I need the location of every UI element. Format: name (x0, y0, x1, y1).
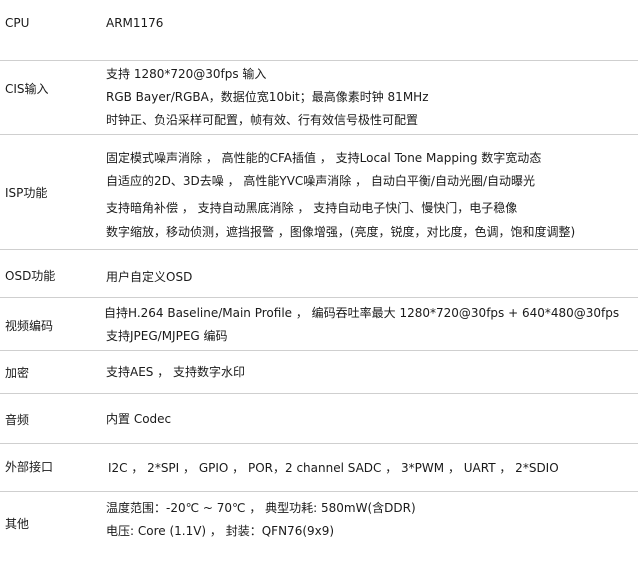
spec-value-line: RGB Bayer/RGBA，数据位宽10bit；最高像素时钟 81MHz (106, 90, 429, 104)
spec-row-video-encoding: 视频编码 自持H.264 Baseline/Main Profile ， 编码吞… (0, 298, 638, 351)
spec-row-other: 其他 温度范围：-20℃ ~ 70℃ ， 典型功耗: 580mW(含DDR) 电… (0, 492, 638, 563)
spec-label: 外部接口 (5, 460, 54, 474)
spec-value-line: 固定模式噪声消除 ， 高性能的CFA插值 ， 支持Local Tone Mapp… (106, 151, 542, 165)
spec-value-line: ARM1176 (106, 16, 164, 30)
spec-value-line: 自适应的2D、3D去噪 ， 高性能YVC噪声消除 ， 自动白平衡/自动光圈/自动… (106, 174, 536, 188)
spec-value-line: 支持暗角补偿 ， 支持自动黑底消除 ， 支持自动电子快门、慢快门，电子稳像 (106, 201, 518, 215)
spec-row-audio: 音频 内置 Codec (0, 394, 638, 444)
spec-value-line: 支持JPEG/MJPEG 编码 (106, 329, 228, 343)
spec-row-osd: OSD功能 用户自定义OSD (0, 250, 638, 298)
spec-value-line: 支持AES ， 支持数字水印 (106, 365, 246, 379)
spec-value-line: 数字缩放，移动侦测，遮挡报警 ，图像增强，(亮度，锐度，对比度，色调，饱和度调整… (106, 225, 576, 239)
spec-value-line: 电压: Core (1.1V) ， 封装：QFN76(9x9) (106, 524, 335, 538)
spec-row-isp: ISP功能 固定模式噪声消除 ， 高性能的CFA插值 ， 支持Local Ton… (0, 135, 638, 250)
spec-label: CIS输入 (5, 82, 49, 96)
spec-value-line: 自持H.264 Baseline/Main Profile ， 编码吞吐率最大 … (104, 306, 620, 320)
spec-label: 音频 (5, 413, 30, 427)
spec-label: 其他 (5, 517, 30, 531)
spec-table: CPU ARM1176 CIS输入 支持 1280*720@30fps 输入 R… (0, 0, 638, 563)
spec-label: 加密 (5, 366, 30, 380)
spec-label: 视频编码 (5, 319, 54, 333)
spec-value-line: I2C ， 2*SPI ， GPIO ， POR，2 channel SADC … (108, 461, 559, 475)
spec-row-interfaces: 外部接口 I2C ， 2*SPI ， GPIO ， POR，2 channel … (0, 444, 638, 492)
spec-row-cpu: CPU ARM1176 (0, 0, 638, 61)
spec-value-line: 用户自定义OSD (106, 270, 193, 284)
spec-value-line: 时钟正、负沿采样可配置，帧有效、行有效信号极性可配置 (106, 113, 419, 127)
spec-value-line: 内置 Codec (106, 412, 172, 426)
spec-row-cis: CIS输入 支持 1280*720@30fps 输入 RGB Bayer/RGB… (0, 61, 638, 135)
spec-row-encryption: 加密 支持AES ， 支持数字水印 (0, 351, 638, 394)
spec-value-line: 温度范围：-20℃ ~ 70℃ ， 典型功耗: 580mW(含DDR) (106, 501, 416, 515)
spec-label: ISP功能 (5, 186, 48, 200)
spec-value-line: 支持 1280*720@30fps 输入 (106, 67, 267, 81)
spec-label: OSD功能 (5, 269, 56, 283)
spec-label: CPU (5, 16, 30, 30)
